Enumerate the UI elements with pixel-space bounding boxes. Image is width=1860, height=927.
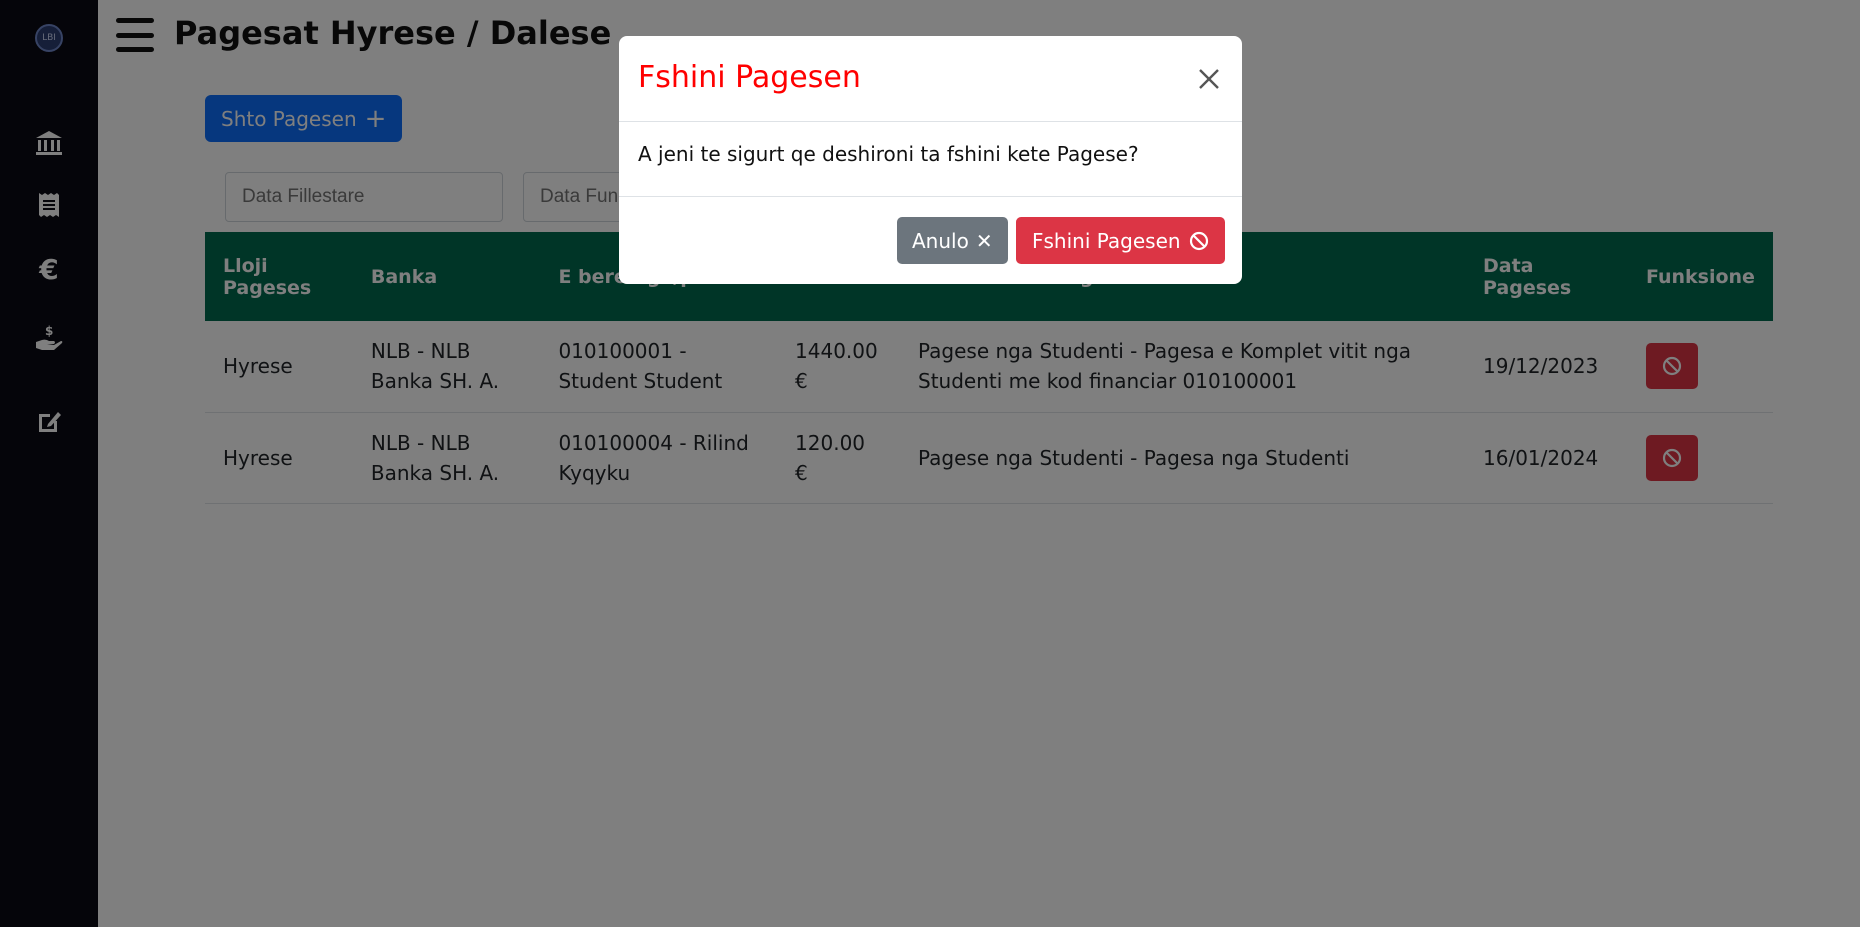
cancel-label: Anulo [912,228,969,253]
modal-footer: Anulo ✕ Fshini Pagesen [619,197,1242,284]
x-icon: ✕ [975,228,993,253]
confirm-delete-button[interactable]: Fshini Pagesen [1016,217,1225,264]
close-button[interactable] [1192,62,1226,96]
modal-header: Fshini Pagesen [619,36,1242,122]
confirm-delete-label: Fshini Pagesen [1032,228,1181,253]
modal-message: A jeni te sigurt qe deshironi ta fshini … [638,142,1139,166]
ban-icon [1189,231,1208,250]
close-icon [1199,69,1219,89]
cancel-button[interactable]: Anulo ✕ [897,217,1008,264]
modal-title: Fshini Pagesen [638,60,861,95]
delete-confirm-modal: Fshini Pagesen A jeni te sigurt qe deshi… [619,36,1242,284]
modal-body: A jeni te sigurt qe deshironi ta fshini … [619,122,1242,197]
